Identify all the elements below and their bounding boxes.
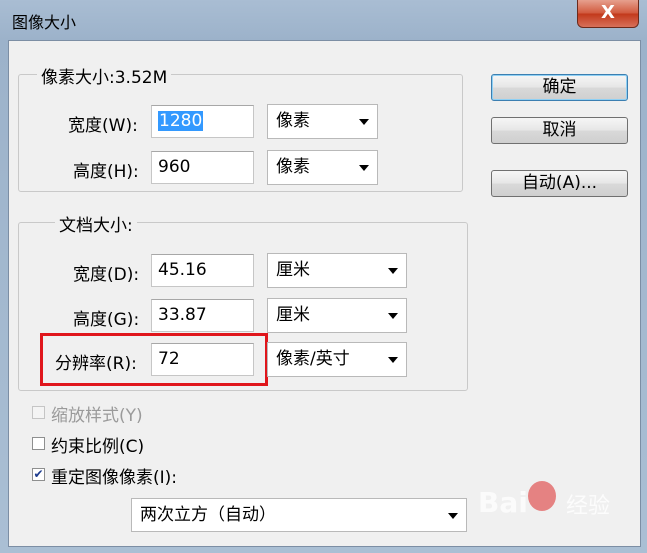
cancel-button[interactable]: 取消: [491, 117, 628, 144]
doc-width-label: 宽度(D):: [73, 265, 140, 285]
chevron-down-icon: [388, 268, 398, 274]
paw-logo-icon: [528, 481, 556, 511]
pixel-height-input[interactable]: 960: [151, 151, 254, 184]
doc-width-value: 45.16: [158, 260, 207, 280]
doc-height-input[interactable]: 33.87: [151, 299, 254, 332]
doc-height-value: 33.87: [158, 305, 207, 325]
resolution-unit: 像素/英寸: [276, 349, 350, 369]
close-button[interactable]: X: [577, 0, 639, 28]
title-bar[interactable]: 图像大小 X: [0, 0, 647, 40]
doc-height-label: 高度(G):: [73, 310, 140, 330]
constrain-proportions-label: 约束比例(C): [51, 437, 145, 457]
pixel-width-unit-select[interactable]: 像素: [267, 104, 378, 139]
resample-method-select[interactable]: 两次立方（自动）: [131, 498, 467, 532]
pixel-width-value: 1280: [158, 111, 204, 131]
window-title: 图像大小: [12, 13, 77, 32]
scale-styles-checkbox[interactable]: [32, 406, 45, 419]
checkmark-icon: ✔: [33, 467, 44, 481]
image-size-dialog: 图像大小 X 像素大小:3.52M 宽度(W): 1280 像素 高度(H): …: [0, 0, 647, 553]
close-icon: X: [601, 2, 615, 23]
resolution-input[interactable]: 72: [151, 343, 254, 376]
pixel-height-value: 960: [158, 157, 191, 177]
doc-height-unit-select[interactable]: 厘米: [267, 298, 407, 333]
doc-width-unit: 厘米: [276, 260, 310, 280]
pixel-width-label: 宽度(W):: [68, 116, 138, 136]
resolution-label: 分辨率(R):: [55, 354, 137, 374]
resample-method-value: 两次立方（自动）: [140, 505, 276, 525]
chevron-down-icon: [388, 357, 398, 363]
resample-image-checkbox[interactable]: ✔: [32, 468, 45, 481]
resolution-value: 72: [158, 349, 180, 369]
chevron-down-icon: [359, 165, 369, 171]
chevron-down-icon: [359, 119, 369, 125]
resolution-unit-select[interactable]: 像素/英寸: [267, 342, 407, 377]
doc-height-unit: 厘米: [276, 305, 310, 325]
pixel-width-unit: 像素: [276, 111, 310, 131]
resample-image-label: 重定图像像素(I):: [51, 468, 178, 488]
watermark-jingyan-text: 经验: [566, 494, 611, 519]
document-size-legend: 文档大小:: [55, 211, 137, 236]
pixel-height-label: 高度(H):: [73, 162, 139, 182]
ok-button[interactable]: 确定: [491, 74, 628, 101]
constrain-proportions-checkbox[interactable]: [32, 437, 45, 450]
pixel-height-unit: 像素: [276, 157, 310, 177]
pixel-dimensions-legend: 像素大小:3.52M: [37, 63, 172, 88]
auto-button[interactable]: 自动(A)...: [491, 170, 628, 197]
scale-styles-label: 缩放样式(Y): [51, 406, 143, 426]
chevron-down-icon: [448, 513, 458, 519]
watermark-baidu-text: Bai: [478, 486, 528, 519]
doc-width-unit-select[interactable]: 厘米: [267, 253, 407, 288]
doc-width-input[interactable]: 45.16: [151, 254, 254, 287]
pixel-width-input[interactable]: 1280: [151, 105, 254, 138]
pixel-height-unit-select[interactable]: 像素: [267, 150, 378, 185]
chevron-down-icon: [388, 313, 398, 319]
